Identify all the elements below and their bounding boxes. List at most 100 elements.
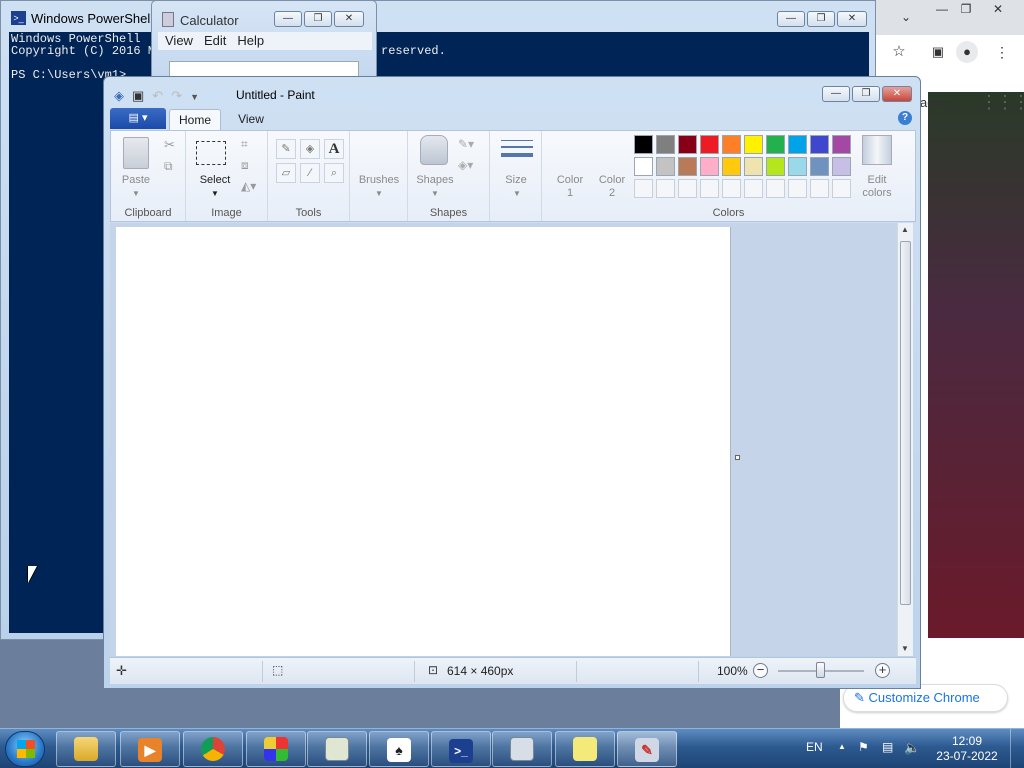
color-swatch[interactable]: [832, 157, 851, 176]
fill-icon[interactable]: ◈: [300, 139, 320, 159]
undo-icon[interactable]: ↶: [152, 88, 163, 104]
color-swatch[interactable]: [810, 135, 829, 154]
canvas-resize-handle[interactable]: [735, 455, 740, 460]
scroll-down-icon[interactable]: ▼: [901, 644, 909, 653]
close-button[interactable]: ✕: [334, 11, 364, 27]
color-swatch[interactable]: [744, 157, 763, 176]
language-indicator[interactable]: EN: [806, 740, 823, 754]
pencil-icon[interactable]: ✎: [276, 139, 296, 159]
menu-help[interactable]: Help: [237, 32, 264, 50]
color-swatch[interactable]: [788, 135, 807, 154]
size-button[interactable]: Size: [494, 174, 538, 187]
fill-shape-icon[interactable]: ◈▾: [458, 158, 473, 172]
close-button[interactable]: ✕: [882, 86, 912, 102]
scrollbar-thumb[interactable]: [900, 241, 911, 605]
apps-grid-icon[interactable]: ⋮⋮⋮: [980, 92, 1024, 113]
color-swatch[interactable]: [722, 179, 741, 198]
close-button[interactable]: ✕: [837, 11, 867, 27]
paint-file-menu-button[interactable]: ▤ ▾: [110, 108, 166, 129]
cut-icon[interactable]: ✂: [164, 137, 175, 153]
color-swatch[interactable]: [700, 135, 719, 154]
start-button[interactable]: [5, 731, 45, 767]
customize-qa-icon[interactable]: ▼: [190, 92, 199, 102]
color-picker-icon[interactable]: ⁄: [300, 163, 320, 183]
clock[interactable]: 12:09 23-07-2022: [932, 734, 1002, 764]
tab-home[interactable]: Home: [169, 109, 221, 130]
paste-button[interactable]: Paste: [116, 174, 156, 187]
magnifier-icon[interactable]: ⌕: [324, 163, 344, 183]
drawing-canvas[interactable]: [116, 227, 731, 656]
minimize-button[interactable]: —: [274, 11, 302, 27]
color-swatch[interactable]: [832, 135, 851, 154]
scroll-up-icon[interactable]: ▲: [901, 225, 909, 234]
color-swatch[interactable]: [656, 179, 675, 198]
taskbar-calculator[interactable]: [492, 731, 552, 767]
color2-button[interactable]: Color 2: [592, 174, 632, 200]
color-swatch[interactable]: [700, 157, 719, 176]
chevron-down-icon[interactable]: ⌄: [892, 8, 920, 26]
taskbar-powershell[interactable]: >_: [431, 731, 491, 767]
color1-button[interactable]: Color 1: [550, 174, 590, 200]
color-swatch[interactable]: [766, 179, 785, 198]
color-swatch[interactable]: [722, 157, 741, 176]
text-icon[interactable]: A: [324, 139, 344, 159]
restore-button[interactable]: ❐: [304, 11, 332, 27]
star-icon[interactable]: ☆: [885, 43, 913, 61]
restore-icon[interactable]: ❐: [952, 0, 980, 18]
save-icon[interactable]: ▣: [132, 88, 144, 104]
zoom-in-icon[interactable]: +: [875, 663, 890, 678]
chrome-images-link[interactable]: ages: [920, 95, 948, 110]
select-button[interactable]: Select: [194, 174, 236, 187]
rotate-icon[interactable]: ◭▾: [241, 179, 256, 193]
color-swatch[interactable]: [634, 135, 653, 154]
color-swatch[interactable]: [656, 157, 675, 176]
color-swatch[interactable]: [678, 135, 697, 154]
color-swatch[interactable]: [700, 179, 719, 198]
flag-icon[interactable]: ⚑: [858, 740, 869, 754]
taskbar-chrome[interactable]: [183, 731, 243, 767]
close-icon[interactable]: ✕: [984, 0, 1012, 18]
shapes-button[interactable]: Shapes: [410, 174, 460, 187]
brushes-button[interactable]: Brushes: [352, 174, 406, 187]
copy-icon[interactable]: ⧉: [164, 159, 173, 174]
outline-icon[interactable]: ✎▾: [458, 137, 474, 151]
color-swatch[interactable]: [766, 135, 785, 154]
menu-view[interactable]: View: [165, 32, 193, 50]
color-swatch[interactable]: [832, 179, 851, 198]
taskbar-app[interactable]: [246, 731, 306, 767]
taskbar-sticky-notes[interactable]: [555, 731, 615, 767]
zoom-slider-thumb[interactable]: [816, 662, 825, 678]
redo-icon[interactable]: ↷: [171, 88, 182, 104]
color-swatch[interactable]: [656, 135, 675, 154]
network-icon[interactable]: ▤: [882, 740, 893, 754]
restore-button[interactable]: ❐: [852, 86, 880, 102]
color-swatch[interactable]: [788, 179, 807, 198]
taskbar-media-player[interactable]: ▶: [120, 731, 180, 767]
profile-avatar-icon[interactable]: ●: [956, 41, 978, 63]
minimize-button[interactable]: —: [822, 86, 850, 102]
color-swatch[interactable]: [744, 135, 763, 154]
show-desktop-button[interactable]: [1010, 729, 1024, 768]
eraser-icon[interactable]: ▱: [276, 163, 296, 183]
edit-colors-button[interactable]: Edit colors: [854, 174, 900, 200]
tab-view[interactable]: View: [228, 109, 274, 130]
chevron-up-icon[interactable]: ▲: [838, 742, 846, 751]
resize-icon[interactable]: ⧈: [241, 158, 249, 173]
zoom-out-icon[interactable]: −: [753, 663, 768, 678]
minimize-button[interactable]: —: [777, 11, 805, 27]
restore-button[interactable]: ❐: [807, 11, 835, 27]
taskbar-documents[interactable]: [307, 731, 367, 767]
color-swatch[interactable]: [722, 135, 741, 154]
help-icon[interactable]: ?: [898, 111, 912, 125]
vertical-scrollbar[interactable]: ▲ ▼: [897, 223, 913, 656]
color-swatch[interactable]: [678, 157, 697, 176]
menu-edit[interactable]: Edit: [204, 32, 226, 50]
color-swatch[interactable]: [678, 179, 697, 198]
color-swatch[interactable]: [744, 179, 763, 198]
crop-icon[interactable]: ⌗: [241, 137, 248, 152]
color-swatch[interactable]: [788, 157, 807, 176]
side-panel-icon[interactable]: ▣: [924, 43, 952, 61]
volume-icon[interactable]: 🔈: [904, 740, 920, 756]
taskbar-explorer[interactable]: [56, 731, 116, 767]
color-swatch[interactable]: [634, 179, 653, 198]
